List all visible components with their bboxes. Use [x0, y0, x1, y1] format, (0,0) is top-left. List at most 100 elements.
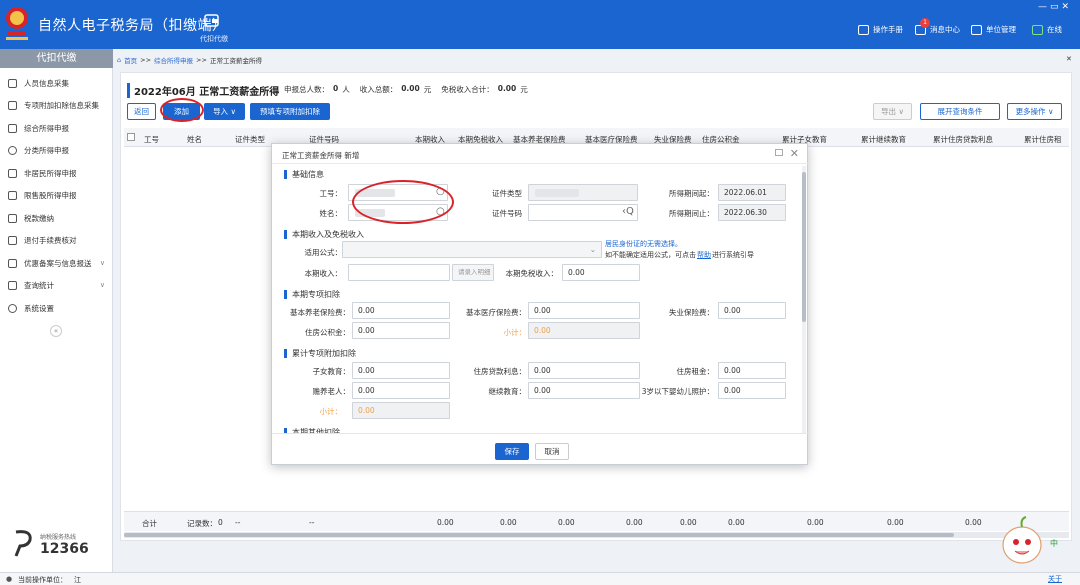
dialog-footer: 保存 取消	[272, 433, 809, 465]
grid-icon	[8, 123, 17, 133]
language-toggle[interactable]: 中	[1050, 538, 1058, 549]
income-input[interactable]	[348, 264, 450, 281]
import-button[interactable]: 导入 ∨	[204, 103, 245, 120]
enter-detail-button[interactable]: 请录入明细	[452, 264, 494, 281]
assistant-mascot-icon[interactable]	[1000, 515, 1046, 567]
manual-link[interactable]: 操作手册	[858, 24, 903, 35]
redacted-value	[535, 189, 579, 197]
sidebar-item-preferential-filing[interactable]: 优惠备案与信息报送 ∨	[0, 252, 113, 274]
building-icon	[971, 24, 982, 35]
continuing-education-input[interactable]: 0.00	[528, 382, 640, 399]
period-title: 2022年06月 正常工资薪金所得	[127, 83, 279, 98]
column-header[interactable]: 姓名	[187, 134, 202, 145]
folder-icon	[8, 213, 17, 223]
sidebar-item-system-settings[interactable]: 系统设置	[0, 297, 113, 319]
hotline-number: 12366	[40, 541, 89, 557]
top-nav-label[interactable]: 代扣代缴	[200, 34, 228, 44]
search-doc-icon	[8, 280, 17, 290]
unit-management-link[interactable]: 单位管理	[971, 24, 1016, 35]
sidebar-item-fee-refund[interactable]: 退付手续费核对	[0, 229, 113, 251]
gear-icon	[8, 303, 17, 313]
cancel-button[interactable]: 取消	[535, 443, 569, 460]
sidebar: 代扣代缴 人员信息采集 专项附加扣除信息采集 综合所得申报 分类所得申报 非居民…	[0, 49, 113, 572]
sidebar-item-comprehensive-income[interactable]: 综合所得申报	[0, 117, 113, 139]
people-icon	[8, 168, 17, 178]
search-icon[interactable]: ‹Q	[622, 206, 634, 217]
user-icon	[8, 78, 17, 88]
gift-icon	[8, 258, 17, 268]
cumulative-subtotal: 0.00	[352, 402, 450, 419]
sidebar-item-person-info[interactable]: 人员信息采集	[0, 72, 113, 94]
home-icon[interactable]: ⌂	[117, 56, 121, 64]
unemployment-input[interactable]: 0.00	[718, 302, 786, 319]
horizontal-scrollbar[interactable]	[124, 532, 1069, 538]
save-button[interactable]: 保存	[495, 443, 529, 460]
period-start-field[interactable]: 2022.06.01	[718, 184, 786, 201]
pension-input[interactable]: 0.00	[352, 302, 450, 319]
column-header[interactable]: 工号	[144, 134, 159, 145]
message-count-badge: 1	[920, 18, 930, 28]
chevron-down-icon: ∨	[99, 281, 105, 289]
column-header[interactable]: 累计住房贷款利息	[933, 134, 993, 145]
elderly-support-input[interactable]: 0.00	[352, 382, 450, 399]
online-status[interactable]: 在线	[1032, 24, 1062, 35]
dialog-scrollbar[interactable]	[802, 166, 806, 434]
column-header[interactable]: 证件类型	[235, 134, 265, 145]
period-end-field[interactable]: 2022.06.30	[718, 204, 786, 221]
id-type-field[interactable]	[528, 184, 638, 201]
sidebar-item-special-deduction[interactable]: 专项附加扣除信息采集	[0, 94, 113, 116]
about-link[interactable]: 关于	[1048, 574, 1062, 584]
infant-care-input[interactable]: 0.00	[718, 382, 786, 399]
chevron-down-icon: ∨	[99, 259, 105, 267]
record-count: 0	[218, 518, 223, 527]
maximize-icon[interactable]	[775, 149, 783, 156]
sidebar-item-classified-income[interactable]: 分类所得申报	[0, 139, 113, 161]
chat-icon	[1032, 24, 1043, 35]
help-link[interactable]: 帮助	[697, 250, 711, 260]
divider	[272, 163, 809, 164]
list-icon	[8, 100, 17, 110]
add-button-highlight	[160, 98, 204, 122]
chevron-down-icon: ⌄	[589, 245, 596, 254]
back-button[interactable]: 返回	[127, 103, 156, 120]
record-count-label: 记录数：	[187, 519, 217, 528]
sidebar-collapse-button[interactable]: «	[50, 325, 62, 337]
exempt-income-input[interactable]: 0.00	[562, 264, 640, 281]
chart-icon	[8, 190, 17, 200]
housing-loan-input[interactable]: 0.00	[528, 362, 640, 379]
current-unit: 江	[74, 576, 81, 584]
breadcrumb-level2[interactable]: 综合所得申报	[154, 55, 193, 65]
column-header[interactable]: 累计住房租	[1024, 134, 1062, 145]
sidebar-item-nonresident[interactable]: 非居民所得申报	[0, 162, 113, 184]
housing-rent-input[interactable]: 0.00	[718, 362, 786, 379]
housing-fund-input[interactable]: 0.00	[352, 322, 450, 339]
scrollbar-thumb[interactable]	[802, 172, 806, 322]
children-education-input[interactable]: 0.00	[352, 362, 450, 379]
more-actions-button[interactable]: 更多操作 ∨	[1007, 103, 1062, 120]
section-income: 本期收入及免税收入	[284, 230, 364, 239]
tax-emblem-logo	[6, 7, 28, 40]
close-tab-icon[interactable]: ✕	[1066, 55, 1072, 63]
wallet-icon[interactable]	[204, 12, 220, 28]
sidebar-item-restricted-shares[interactable]: 限售股所得申报	[0, 184, 113, 206]
add-income-dialog: 正常工资薪金所得 新增 ✕ 基础信息 工号： ○ 姓名： ○ 证件类型 证件号码…	[271, 143, 809, 465]
section-special: 本期专项扣除	[284, 290, 340, 299]
special-subtotal: 0.00	[528, 322, 640, 339]
sidebar-item-tax-payment[interactable]: 税款缴纳	[0, 207, 113, 229]
close-icon[interactable]: ✕	[790, 147, 799, 160]
select-all-checkbox[interactable]	[127, 133, 135, 141]
expand-query-button[interactable]: 展开查询条件	[920, 103, 1000, 120]
prefill-deduction-button[interactable]: 预填专项附加扣除	[250, 103, 330, 120]
sidebar-item-query-stats[interactable]: 查询统计 ∨	[0, 274, 113, 296]
breadcrumb-home[interactable]: 首页	[124, 55, 137, 65]
formula-select[interactable]: ⌄	[342, 241, 602, 258]
window-controls[interactable]: —▭✕	[1038, 2, 1072, 12]
input-highlight	[352, 180, 454, 224]
medical-input[interactable]: 0.00	[528, 302, 640, 319]
section-basic: 基础信息	[284, 170, 324, 179]
document-icon	[8, 235, 17, 245]
export-button[interactable]: 导出 ∨	[873, 103, 912, 120]
scrollbar-thumb[interactable]	[124, 533, 954, 537]
column-header[interactable]: 累计继续教育	[861, 134, 906, 145]
top-bar: 自然人电子税务局（扣缴端） 代扣代缴 操作手册 消息中心 1 单位管理 在线 —…	[0, 0, 1080, 49]
